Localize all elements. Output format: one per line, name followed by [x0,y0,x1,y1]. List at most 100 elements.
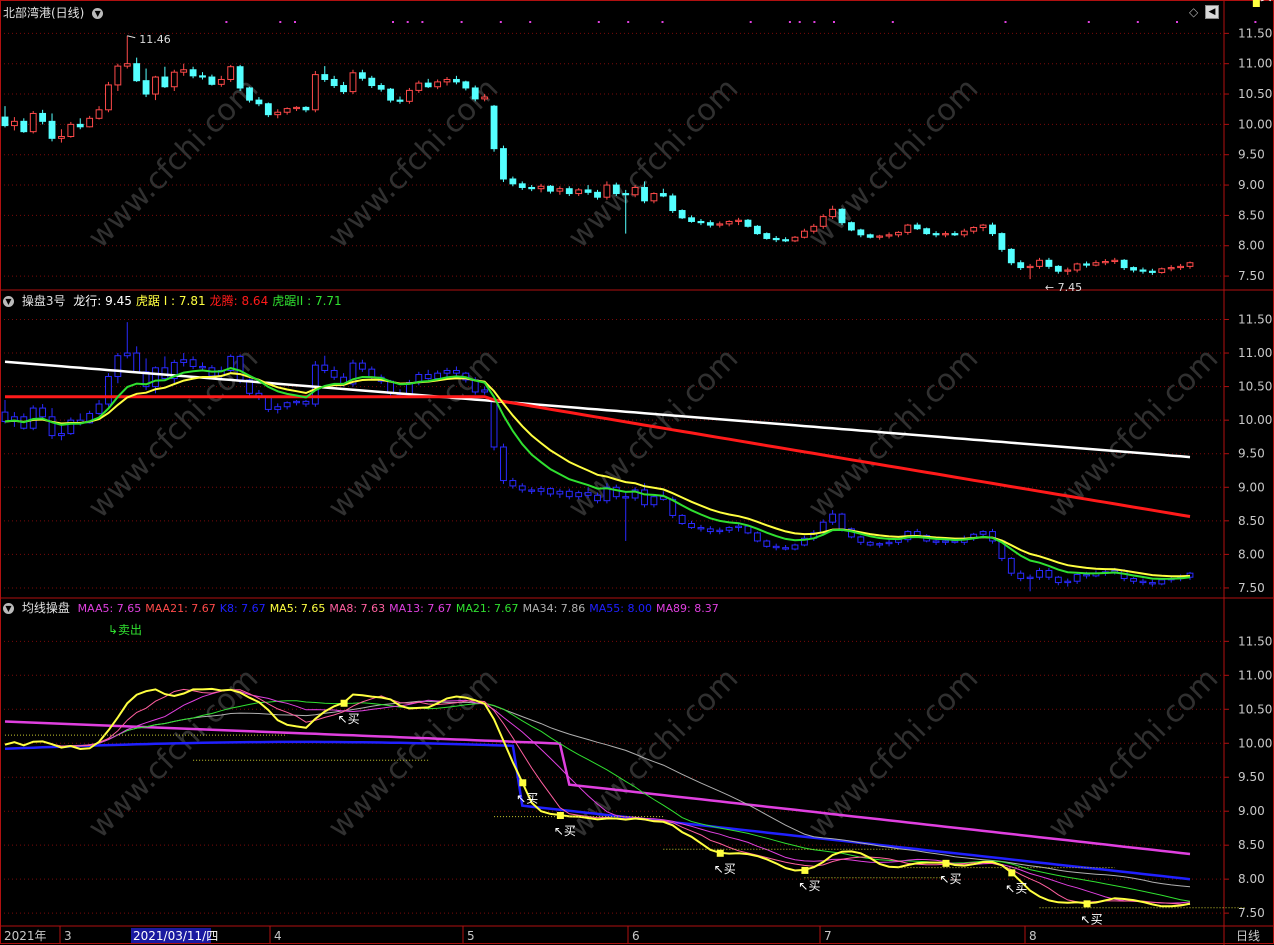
candle-body [735,525,742,529]
candle-body [1083,574,1090,577]
candle-body [396,99,404,102]
candle-body [688,523,695,529]
buy-marker [556,812,564,820]
candle-body [293,106,300,110]
candle-body [584,492,592,496]
signal-dot [294,21,296,23]
signal-dot [279,21,282,23]
candle-body [293,400,300,404]
legend-item: MAA21: 7.67 [145,602,216,615]
candle-body [1073,574,1081,582]
y-tick-label: 8.50 [1238,208,1265,222]
candle-body [1148,270,1156,273]
candle-body [189,69,197,77]
collapse-icon[interactable]: ▼ [3,296,14,307]
candle-body [1139,269,1147,272]
low-label: ← 7.45 [1045,281,1082,294]
candle-body [48,120,56,139]
candle-body [631,186,639,196]
candle-body [434,372,442,380]
candle-body [161,367,169,380]
candle-body [575,189,583,195]
signal-dot [661,21,664,23]
high-label: 11.46 [139,33,171,46]
caopan-panel[interactable] [1,322,1194,592]
candle-body [443,369,451,374]
collapse-icon[interactable]: ▼ [3,603,14,614]
candle-body [612,184,620,195]
candle-body [105,84,112,111]
signal-dot [1004,21,1007,23]
signal-dot [749,21,752,23]
candle-body [556,188,564,192]
chart-canvas: www.cfchi.com www.cfchi.com www.cfchi.com w… [0,0,1274,945]
collapse-icon[interactable]: ▼ [92,8,104,19]
legend-item: MAA5: 7.65 [77,602,142,615]
x-tick-label: 2021年 [4,929,47,943]
candle-body [1130,578,1137,582]
x-tick-label: 8 [1029,929,1037,943]
candle-body [1,116,9,127]
candle-body [575,492,583,498]
scroll-left-icon[interactable]: ◀ [1205,5,1219,19]
watermark-text: www.cfchi.com [321,661,505,845]
candle-body [1064,580,1072,584]
candle-body [415,82,423,91]
candle-body [255,99,263,105]
diamond-icon[interactable]: ◇ [1189,5,1198,19]
candle-body [800,230,808,238]
candle-body [105,376,112,405]
buy-marker [942,859,950,867]
legend-item: 龙腾: 8.64 [209,294,269,308]
candle-body [274,111,282,116]
buy-marker [1008,869,1016,877]
candle-body [490,399,498,448]
y-tick-label: 10.50 [1238,87,1272,101]
candle-body [424,374,432,380]
candle-body [876,543,884,546]
candle-body [1,411,9,422]
candle-body [622,193,630,196]
candle-body [1177,265,1185,269]
y-tick-label: 9.50 [1238,447,1265,461]
candle-body [236,355,244,381]
signal-dot [788,21,791,23]
candle-body [932,233,940,236]
candle-body [283,108,291,113]
buy-marker [801,866,809,874]
candle-body [1130,267,1137,271]
candle-body [932,540,940,543]
buy-label: ↖买 [939,872,961,886]
signal-dot [1087,21,1090,23]
signal-dot [406,21,409,23]
buy-label: ↖买 [516,791,538,805]
watermark-text: www.cfchi.com [81,661,265,845]
candle-body [500,148,507,180]
high-marker [127,35,136,39]
buy-label: ↖买 [1250,0,1272,3]
candle-body [133,63,141,82]
candle-body [782,547,790,550]
candle-body [227,66,235,80]
candle-body [1167,267,1175,270]
candle-body [594,494,601,502]
candle-body [584,189,592,193]
signal-dot [813,21,816,23]
legend-item: MA21: 7.67 [455,602,519,615]
buy-marker [340,699,348,707]
y-tick-label: 10.50 [1238,380,1272,394]
candle-body [481,96,489,100]
candle-body [302,400,310,405]
legend-item: MA5: 7.65 [269,602,326,615]
candle-body [1017,262,1025,269]
candle-body [453,78,460,83]
candle-body [848,222,855,231]
y-tick-label: 8.50 [1238,514,1265,528]
candle-body [1054,265,1062,272]
candle-body [697,527,705,530]
candle-body [753,532,761,542]
y-tick-label: 8.00 [1238,547,1265,561]
y-tick-label: 10.00 [1238,413,1272,427]
candle-body [1017,572,1025,580]
candle-body [791,544,799,550]
